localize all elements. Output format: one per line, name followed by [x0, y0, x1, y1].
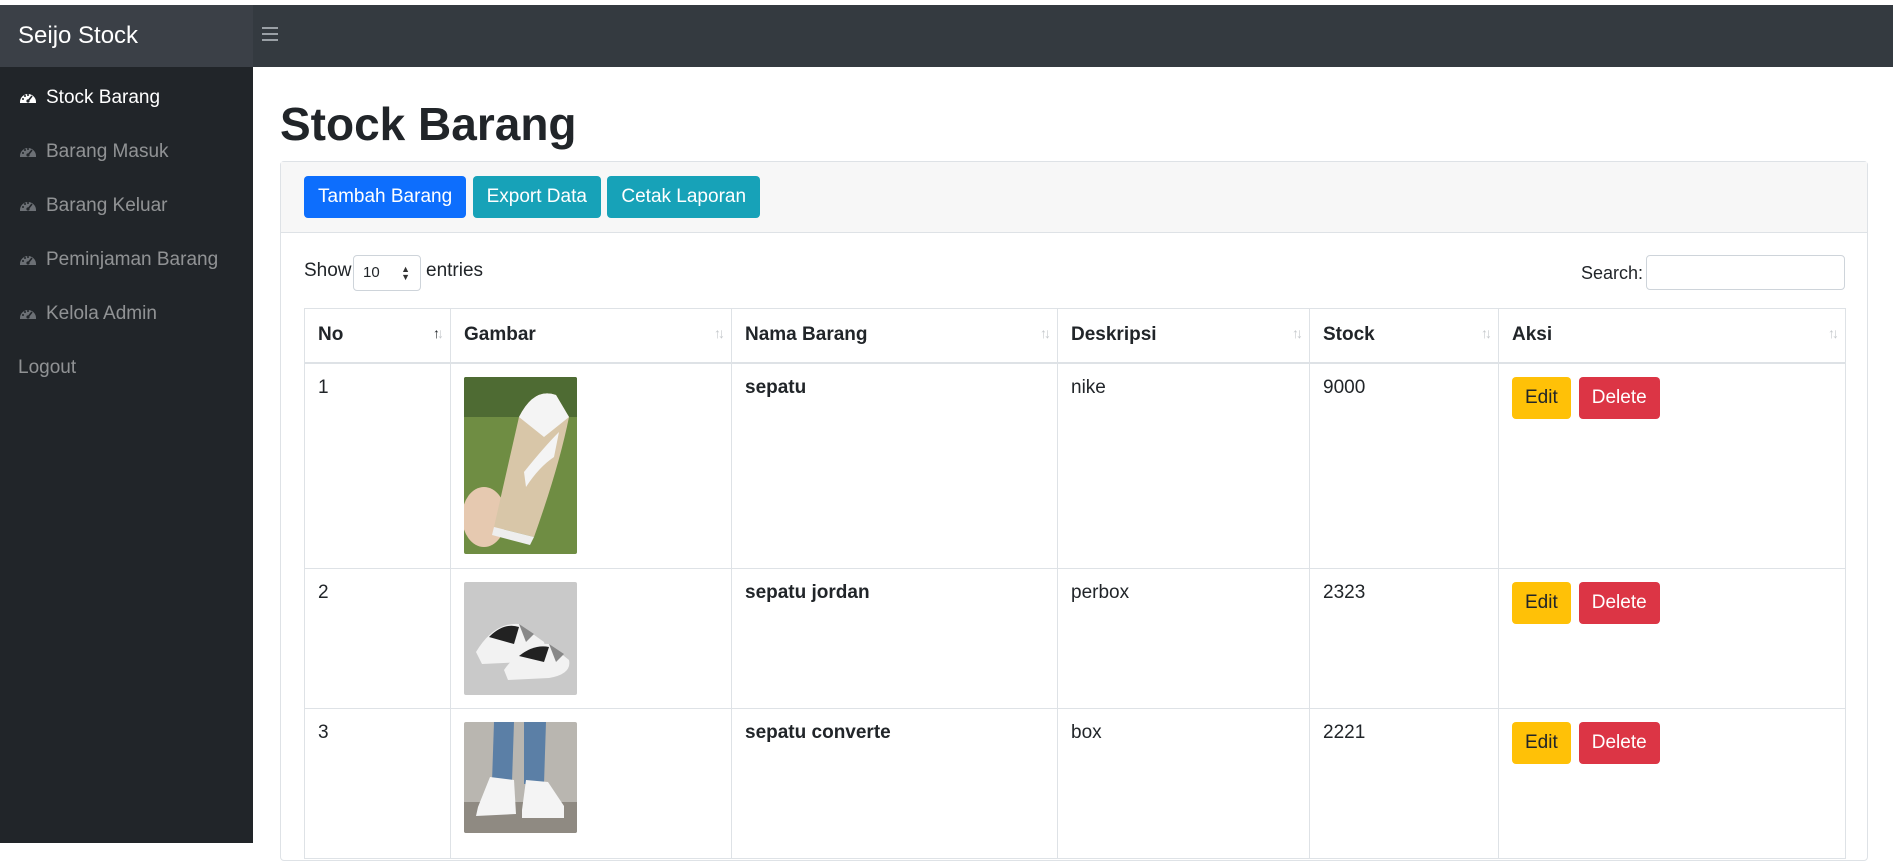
brand-link[interactable]: Seijo Stock	[0, 5, 253, 67]
sidebar-item-label: Peminjaman Barang	[46, 249, 219, 270]
stock-card: Tambah Barang Export Data Cetak Laporan …	[280, 161, 1868, 861]
column-header-label: Stock	[1323, 324, 1375, 346]
sneaker-image[interactable]	[464, 582, 577, 695]
column-header-label: Aksi	[1512, 324, 1553, 346]
cell-description: box	[1057, 708, 1310, 859]
column-header-nama-barang[interactable]: Nama Barang ↑↓	[731, 308, 1058, 364]
delete-button[interactable]: Delete	[1578, 582, 1660, 624]
tachometer-icon	[20, 202, 36, 211]
sort-icon: ↑↓	[1040, 325, 1051, 341]
sidebar-item-barang-keluar[interactable]: Barang Keluar	[0, 179, 253, 233]
edit-button[interactable]: Edit	[1512, 376, 1571, 419]
column-header-label: Gambar	[464, 324, 536, 346]
sidebar-item-peminjaman-barang[interactable]: Peminjaman Barang	[0, 233, 253, 287]
cell-no: 2	[304, 568, 451, 709]
cell-description: nike	[1057, 362, 1310, 569]
table-row: 2 sepatu jordan perbox 2323 Edit Delete	[304, 568, 1846, 709]
search-input[interactable]	[1646, 255, 1845, 290]
cell-no: 3	[304, 708, 451, 859]
cell-stock: 2221	[1309, 708, 1499, 859]
column-header-no[interactable]: No ↑↓	[304, 308, 451, 364]
sidebar-item-label: Barang Masuk	[46, 141, 169, 162]
cell-actions: Edit Delete	[1498, 362, 1846, 569]
sneaker-image[interactable]	[464, 722, 577, 833]
sort-icon: ↑↓	[1292, 325, 1303, 341]
column-header-label: No	[318, 324, 344, 346]
stock-table: No ↑↓ Gambar ↑↓ Nama Barang ↑↓ Deskripsi ↑↓ …	[304, 308, 1846, 859]
entries-value: 10	[363, 264, 380, 281]
cell-actions: Edit Delete	[1498, 708, 1846, 859]
sidebar-toggle-icon[interactable]	[262, 27, 278, 45]
cell-name: sepatu converte	[731, 708, 1058, 859]
edit-button[interactable]: Edit	[1512, 722, 1571, 764]
entries-select[interactable]: 10 ▲ ▼	[353, 255, 421, 291]
cell-actions: Edit Delete	[1498, 568, 1846, 709]
top-navbar: Seijo Stock	[0, 5, 1893, 67]
entries-label: entries	[426, 260, 484, 281]
sort-icon: ↑↓	[1481, 325, 1492, 341]
column-header-label: Deskripsi	[1071, 324, 1157, 346]
sidebar-item-label: Stock Barang	[46, 87, 161, 108]
column-header-stock[interactable]: Stock ↑↓	[1309, 308, 1499, 364]
table-row: 3 sepatu converte box 2221 Edit Delete	[304, 708, 1846, 859]
sneaker-image[interactable]	[464, 376, 577, 554]
column-header-label: Nama Barang	[745, 324, 868, 346]
print-report-button[interactable]: Cetak Laporan	[607, 176, 761, 218]
cell-stock: 9000	[1309, 362, 1499, 569]
datatable-controls: Show 10 ▲ ▼ entries Search:	[281, 233, 1869, 313]
page-title: Stock Barang	[280, 98, 577, 150]
cell-image	[450, 362, 732, 569]
main-content: Stock Barang Tambah Barang Export Data C…	[253, 67, 1893, 861]
cell-image	[450, 708, 732, 859]
search-label: Search:	[1581, 263, 1644, 283]
cell-no: 1	[304, 362, 451, 569]
column-header-deskripsi[interactable]: Deskripsi ↑↓	[1057, 308, 1310, 364]
sidebar-item-label: Kelola Admin	[46, 303, 157, 324]
cell-description: perbox	[1057, 568, 1310, 709]
sort-asc-icon: ↑↓	[433, 325, 444, 341]
select-arrows-icon: ▲ ▼	[401, 264, 410, 282]
sidebar-item-kelola-admin[interactable]: Kelola Admin	[0, 287, 253, 341]
column-header-gambar[interactable]: Gambar ↑↓	[450, 308, 732, 364]
sidebar: Stock Barang Barang Masuk Barang Keluar …	[0, 67, 253, 843]
edit-button[interactable]: Edit	[1512, 582, 1571, 624]
tachometer-icon	[20, 94, 36, 103]
cell-name: sepatu	[731, 362, 1058, 569]
sidebar-item-stock-barang[interactable]: Stock Barang	[0, 71, 253, 125]
column-header-aksi[interactable]: Aksi ↑↓	[1498, 308, 1846, 364]
delete-button[interactable]: Delete	[1578, 722, 1660, 764]
cell-stock: 2323	[1309, 568, 1499, 709]
add-item-button[interactable]: Tambah Barang	[304, 176, 467, 218]
export-data-button[interactable]: Export Data	[472, 176, 601, 218]
cell-name: sepatu jordan	[731, 568, 1058, 709]
sidebar-item-barang-masuk[interactable]: Barang Masuk	[0, 125, 253, 179]
sort-icon: ↑↓	[714, 325, 725, 341]
show-label: Show	[304, 260, 352, 281]
logout-link[interactable]: Logout	[0, 341, 253, 395]
tachometer-icon	[20, 256, 36, 265]
tachometer-icon	[20, 148, 36, 157]
table-row: 1 sepatu nike 9000 Edit Delete	[304, 362, 1846, 569]
delete-button[interactable]: Delete	[1578, 376, 1660, 419]
sidebar-item-label: Barang Keluar	[46, 195, 168, 216]
sort-icon: ↑↓	[1828, 325, 1839, 341]
card-header: Tambah Barang Export Data Cetak Laporan	[281, 162, 1867, 233]
cell-image	[450, 568, 732, 709]
tachometer-icon	[20, 310, 36, 319]
